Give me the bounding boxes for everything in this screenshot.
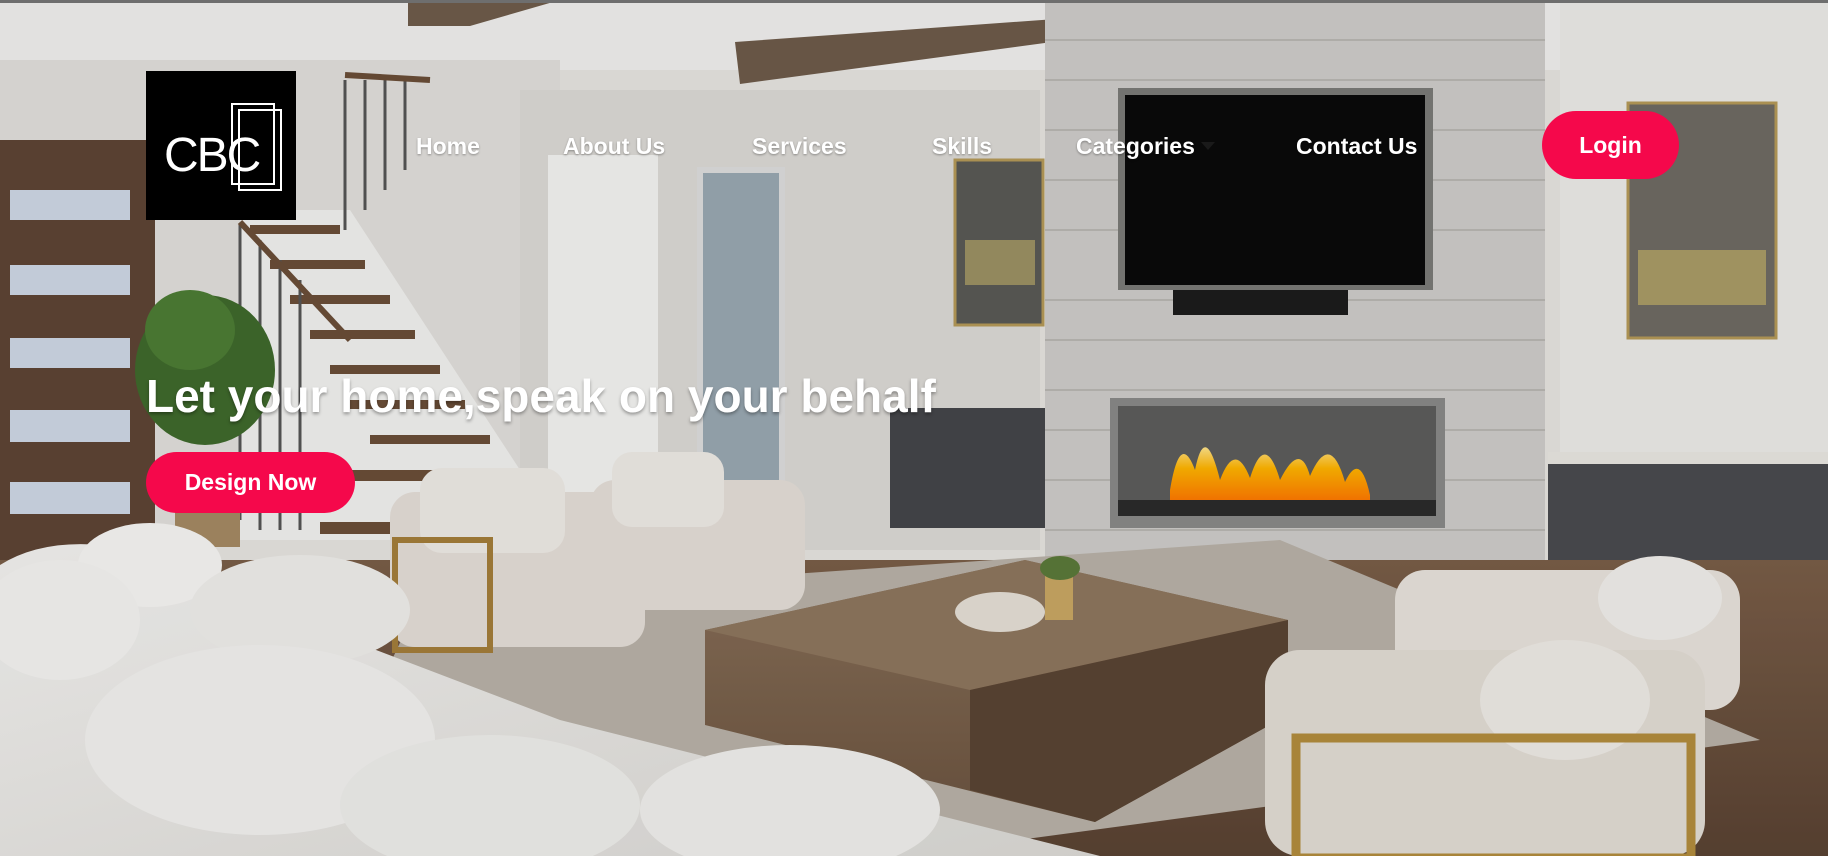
nav-contact-us-link[interactable]: Contact Us xyxy=(1296,131,1417,161)
design-now-button[interactable]: Design Now xyxy=(146,452,355,513)
login-button[interactable]: Login xyxy=(1542,111,1679,179)
hero-headline: Let your home,speak on your behalf xyxy=(146,370,936,422)
nav-about-us-link[interactable]: About Us xyxy=(563,131,665,161)
nav-skills-link[interactable]: Skills xyxy=(932,131,992,161)
chevron-down-icon xyxy=(1200,141,1215,150)
nav-categories-dropdown[interactable]: Categories xyxy=(1076,131,1215,161)
nav-categories-label: Categories xyxy=(1076,133,1195,159)
logo-mark-icon: CBC xyxy=(164,103,282,191)
brand-logo[interactable]: CBC xyxy=(146,71,296,220)
nav-services-link[interactable]: Services xyxy=(752,131,847,161)
logo-text: CBC xyxy=(164,129,260,182)
nav-home-link[interactable]: Home xyxy=(416,131,480,161)
top-border xyxy=(0,0,1828,3)
